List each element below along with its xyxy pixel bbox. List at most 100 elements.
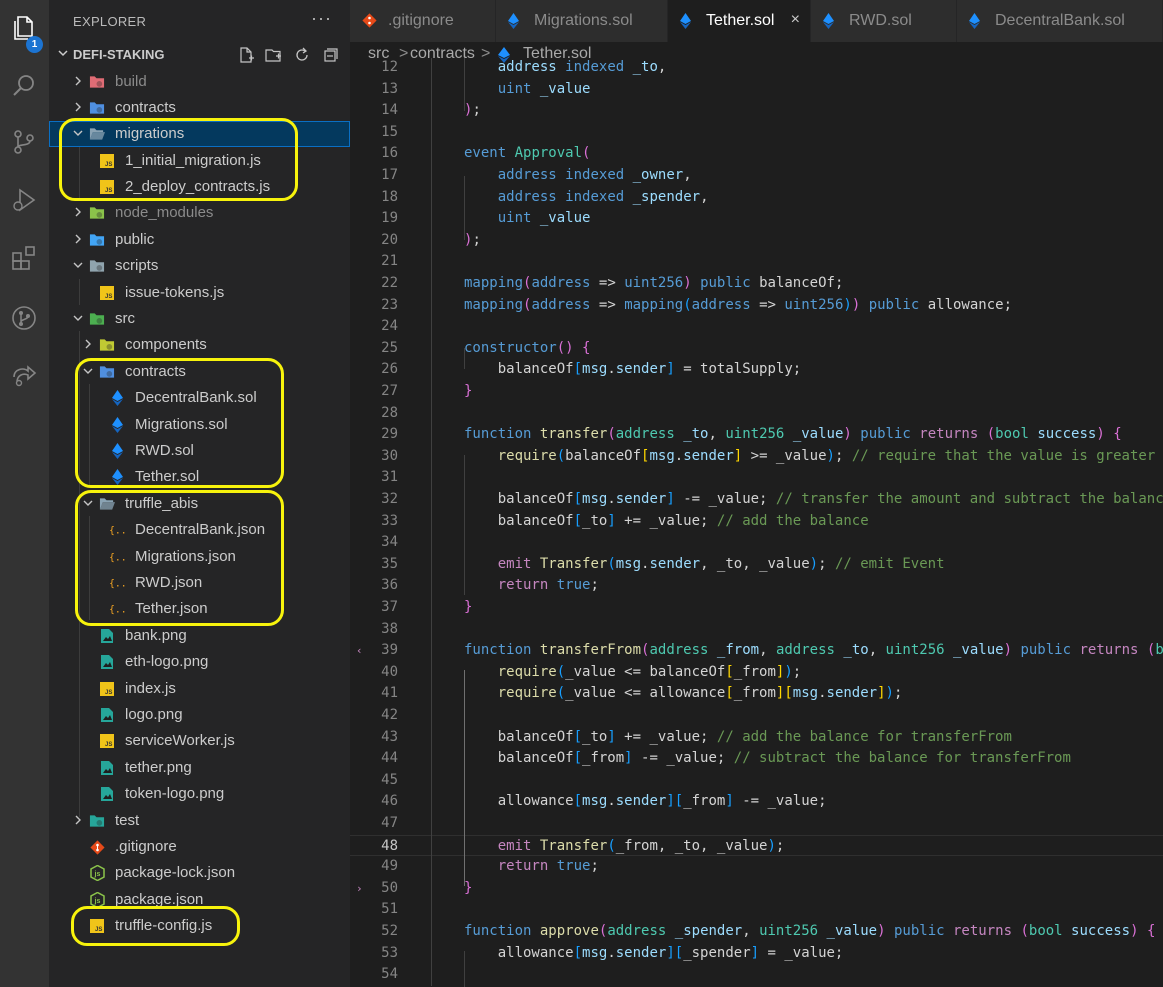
tree-file[interactable]: eth-logo.png xyxy=(49,649,350,675)
chevron-right-icon[interactable] xyxy=(71,74,85,88)
tree-file[interactable]: js package.json xyxy=(49,887,350,913)
tree-folder[interactable]: test xyxy=(49,808,350,834)
tree-folder[interactable]: contracts xyxy=(49,359,350,385)
tab-migrations-sol[interactable]: Migrations.sol xyxy=(496,0,668,42)
code-line: 32 balanceOf[msg.sender] -= _value; // t… xyxy=(350,489,1163,511)
tree-folder[interactable]: build xyxy=(49,69,350,95)
tree-item-label: issue-tokens.js xyxy=(125,284,225,301)
tree-folder[interactable]: node_modules xyxy=(49,200,350,226)
run-debug-icon[interactable] xyxy=(4,180,44,220)
node-folder-icon xyxy=(89,205,105,221)
chevron-down-icon[interactable] xyxy=(81,364,95,378)
code-line: 15 xyxy=(350,122,1163,144)
tree-file[interactable]: js package-lock.json xyxy=(49,860,350,886)
tab-rwd-sol[interactable]: RWD.sol xyxy=(811,0,957,42)
extensions-icon[interactable] xyxy=(4,238,44,278)
chevron-right-icon[interactable] xyxy=(71,232,85,246)
editor-tabs: .gitignore Migrations.sol Tether.sol × RWD.s… xyxy=(350,0,1163,42)
tree-item-label: eth-logo.png xyxy=(125,653,209,670)
new-file-icon[interactable] xyxy=(237,46,257,66)
line-number: 34 xyxy=(381,534,398,551)
chevron-down-icon[interactable] xyxy=(81,496,95,510)
chevron-right-icon[interactable] xyxy=(71,100,85,114)
tab-gitignore[interactable]: .gitignore xyxy=(350,0,496,42)
new-folder-icon[interactable] xyxy=(265,46,285,66)
tree-item-label: token-logo.png xyxy=(125,785,225,802)
chevron-down-icon[interactable] xyxy=(71,258,85,272)
chevron-down-icon[interactable] xyxy=(71,126,85,140)
line-number: 49 xyxy=(381,858,398,875)
tree-file[interactable]: tether.png xyxy=(49,755,350,781)
tree-file[interactable]: {..} RWD.json xyxy=(49,570,350,596)
tree-file[interactable]: JS truffle-config.js xyxy=(49,913,350,939)
line-number: 51 xyxy=(381,901,398,918)
tree-file[interactable]: Tether.sol xyxy=(49,464,350,490)
tree-folder[interactable]: truffle_abis xyxy=(49,491,350,517)
chevron-right-icon[interactable] xyxy=(81,337,95,351)
tree-folder[interactable]: contracts xyxy=(49,95,350,121)
project-header[interactable]: DEFI-STAKING xyxy=(49,44,350,66)
line-number: 53 xyxy=(381,944,398,961)
indent-guide xyxy=(431,58,432,986)
tree-file[interactable]: {..} DecentralBank.json xyxy=(49,517,350,543)
ethereum-icon xyxy=(109,417,125,433)
tree-folder[interactable]: public xyxy=(49,227,350,253)
more-actions-icon[interactable]: ··· xyxy=(311,8,332,29)
tree-file[interactable]: token-logo.png xyxy=(49,781,350,807)
code-text: mapping(address => uint256) public balan… xyxy=(464,275,844,291)
line-number: 20 xyxy=(381,231,398,248)
chevron-down-icon[interactable] xyxy=(71,311,85,325)
line-number: 13 xyxy=(381,80,398,97)
tree-file[interactable]: JS 1_initial_migration.js xyxy=(49,148,350,174)
code-line: 23 mapping(address => mapping(address => … xyxy=(350,295,1163,317)
tree-file[interactable]: {..} Tether.json xyxy=(49,596,350,622)
git-icon xyxy=(89,839,105,855)
code-line: 38 xyxy=(350,619,1163,641)
tree-item-label: src xyxy=(115,310,135,327)
search-icon[interactable] xyxy=(4,66,44,106)
tree-folder[interactable]: components xyxy=(49,332,350,358)
tree-folder[interactable]: scripts xyxy=(49,253,350,279)
git-graph-icon[interactable] xyxy=(4,298,44,338)
line-number: 22 xyxy=(381,275,398,291)
tree-folder[interactable]: src xyxy=(49,306,350,332)
code-line: 28 xyxy=(350,403,1163,425)
tree-file[interactable]: RWD.sol xyxy=(49,438,350,464)
tree-file[interactable]: .gitignore xyxy=(49,834,350,860)
code-line: 16 event Approval( xyxy=(350,143,1163,165)
source-control-icon[interactable] xyxy=(4,122,44,162)
js-file-icon: JS xyxy=(99,285,115,301)
tree-file[interactable]: bank.png xyxy=(49,623,350,649)
line-number: 23 xyxy=(381,296,398,313)
tree-file[interactable]: JS 2_deploy_contracts.js xyxy=(49,174,350,200)
line-number: 33 xyxy=(381,512,398,529)
remote-share-icon[interactable] xyxy=(4,355,44,395)
tab-tether-sol[interactable]: Tether.sol × xyxy=(668,0,811,42)
tree-file[interactable]: JS index.js xyxy=(49,676,350,702)
line-number: 41 xyxy=(381,685,398,702)
npm-icon: js xyxy=(89,865,105,881)
tree-file[interactable]: JS serviceWorker.js xyxy=(49,728,350,754)
chevron-right-icon[interactable] xyxy=(71,205,85,219)
line-number: 38 xyxy=(381,620,398,637)
line-number: 24 xyxy=(381,318,398,335)
collapse-all-icon[interactable] xyxy=(321,46,341,66)
refresh-icon[interactable] xyxy=(293,46,313,66)
tree-file[interactable]: {..} Migrations.json xyxy=(49,544,350,570)
code-editor[interactable]: 12 address indexed _to, 13 uint _value 14)… xyxy=(350,58,1163,987)
tree-file[interactable]: DecentralBank.sol xyxy=(49,385,350,411)
close-icon[interactable]: × xyxy=(791,11,800,29)
tree-item-label: contracts xyxy=(125,363,186,380)
chevron-right-icon[interactable] xyxy=(71,813,85,827)
code-line: 48 emit Transfer(_from, _to, _value); xyxy=(350,834,1163,857)
code-text: ); xyxy=(464,231,481,248)
tree-folder[interactable]: migrations xyxy=(49,121,350,147)
tree-file[interactable]: Migrations.sol xyxy=(49,412,350,438)
tab-decentralbank-sol[interactable]: DecentralBank.sol xyxy=(957,0,1163,42)
code-text: function approve(address _spender, uint2… xyxy=(464,923,1156,939)
explorer-icon[interactable]: 1 xyxy=(4,8,44,53)
tree-file[interactable]: JS issue-tokens.js xyxy=(49,280,350,306)
tree-file[interactable]: logo.png xyxy=(49,702,350,728)
json-file-icon: {..} xyxy=(109,522,125,538)
svg-text:js: js xyxy=(93,871,100,878)
